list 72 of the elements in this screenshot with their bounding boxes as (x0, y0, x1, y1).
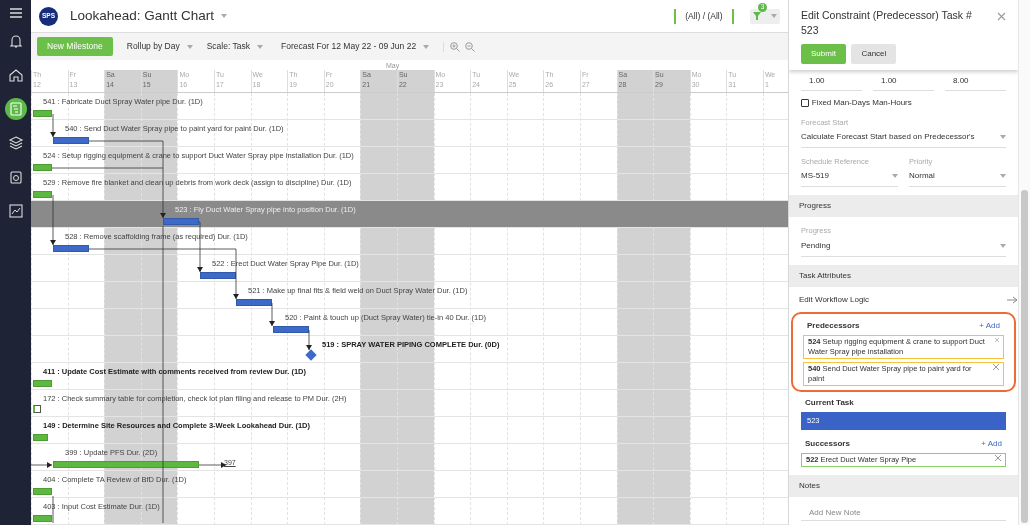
dependency-arrow (269, 300, 275, 327)
caret-icon (1000, 135, 1006, 139)
close-icon[interactable] (995, 454, 1001, 461)
task-bar[interactable] (273, 326, 309, 333)
layers-icon (7, 135, 24, 151)
panel-title: Edit Constraint (Predecessor) Task # 523 (801, 8, 973, 38)
task-bar[interactable] (200, 272, 236, 279)
task-bar[interactable] (33, 434, 48, 441)
close-icon[interactable] (995, 336, 999, 343)
dropdown[interactable]: Forecast For 12 May 22 - 09 Jun 22 (281, 40, 430, 53)
add-link[interactable]: + Add (981, 437, 1002, 450)
task-bar[interactable] (236, 299, 272, 306)
value-field[interactable]: 1.00 (801, 72, 862, 92)
section-header: Task Attributes (789, 264, 1018, 287)
dependency-arrow (50, 192, 56, 246)
scrollbar-thumb[interactable] (1021, 190, 1028, 523)
gantt-icon (7, 101, 24, 117)
dropdown[interactable]: Rollup by Day (126, 40, 193, 53)
task-bar[interactable] (33, 191, 52, 198)
group-title: Current Task (805, 397, 854, 410)
filter-icon (753, 12, 761, 20)
zoom-out-icon[interactable] (465, 41, 476, 52)
task-bar[interactable] (53, 461, 199, 468)
page-title: Lookahead: Gantt Chart (70, 6, 215, 25)
task-bar[interactable] (53, 137, 89, 144)
task-bar[interactable] (163, 218, 199, 225)
task-bar[interactable] (33, 380, 52, 387)
dropdown[interactable]: Scale: Task (206, 40, 263, 53)
section-header: Progress (789, 195, 1018, 218)
arrow-right-icon (1007, 296, 1018, 304)
checkbox[interactable] (801, 98, 809, 107)
chart-icon (7, 203, 24, 219)
scope-selector[interactable]: (All) / (All) (674, 8, 734, 24)
bell-icon (7, 33, 24, 49)
caret-icon (186, 44, 193, 49)
menu-icon[interactable] (9, 8, 22, 18)
caret-icon (423, 44, 430, 49)
task-bar[interactable] (53, 245, 89, 252)
caret-icon (892, 174, 898, 179)
caret-icon (1000, 174, 1006, 179)
close-icon[interactable] (997, 12, 1006, 21)
filter-button[interactable] (750, 8, 780, 24)
dependency-arrow (50, 111, 56, 138)
dependency-arrow (306, 327, 312, 351)
caret-icon (771, 14, 777, 18)
dependency-arrow (31, 462, 55, 468)
schedule-reference-select[interactable]: MS-519 (801, 167, 898, 188)
home-icon (7, 67, 24, 83)
task-bar[interactable] (33, 515, 52, 522)
nav-item-selected[interactable] (4, 98, 27, 120)
workflow-logic-link[interactable]: Edit Workflow Logic (789, 292, 1018, 308)
task-bar[interactable] (33, 164, 52, 171)
zoom-in-icon[interactable] (449, 41, 460, 52)
caret-icon (221, 14, 228, 18)
forecast-start-select[interactable]: Calculate Forecast Start based on Predecessor's (801, 128, 1006, 148)
value-field[interactable]: 1.00 (873, 72, 934, 92)
group-title: Successors (805, 437, 850, 450)
cancel-button[interactable]: Cancel (851, 43, 897, 64)
task-marker[interactable] (33, 405, 41, 413)
progress-select[interactable]: Pending (801, 236, 1006, 257)
group-title: Predecessors (807, 319, 860, 332)
checkbox-label: Fixed Man-Days Man-Hours (811, 96, 912, 109)
clipboard-icon (7, 169, 24, 185)
task-bar[interactable] (33, 110, 52, 117)
caret-icon (1000, 243, 1006, 248)
add-link[interactable]: + Add (979, 319, 1000, 332)
caret-icon (257, 44, 263, 49)
close-icon[interactable] (993, 363, 999, 370)
task-bar[interactable] (33, 488, 52, 495)
priority-select[interactable]: Normal (909, 167, 1006, 188)
value-field[interactable]: 8.00 (945, 72, 1006, 92)
section-header: Notes (789, 474, 1018, 497)
